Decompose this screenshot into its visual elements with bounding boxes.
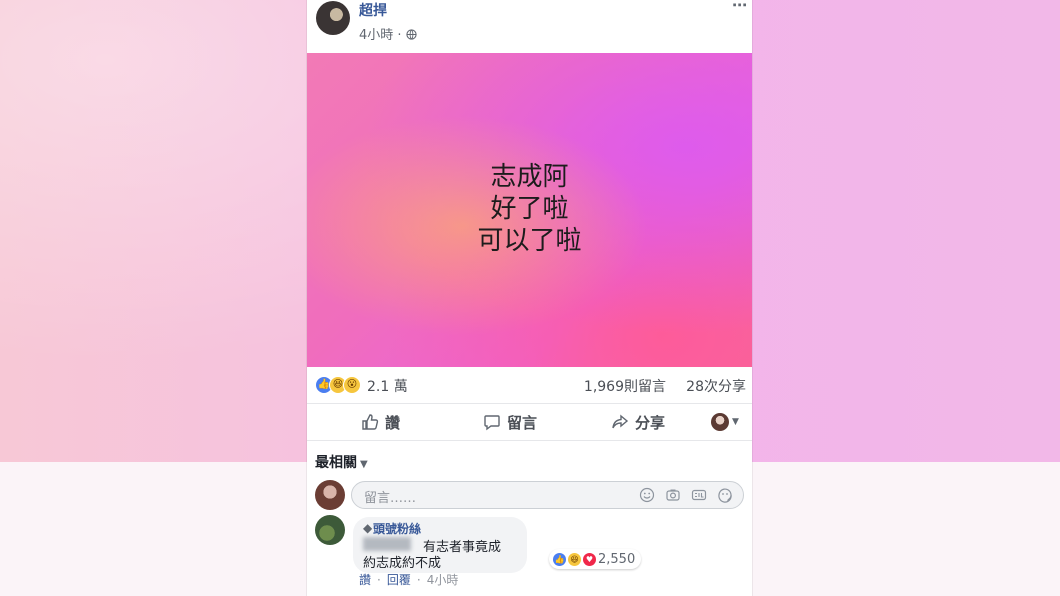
comment-time[interactable]: 4小時 xyxy=(427,571,459,588)
comment-sort-label: 最相關 xyxy=(315,455,357,471)
image-text: 志成阿 好了啦 可以了啦 xyxy=(307,161,752,257)
comment-icon xyxy=(484,415,500,431)
camera-icon[interactable] xyxy=(665,487,681,503)
shares-count[interactable]: 28次分享 xyxy=(686,376,746,396)
like-button[interactable]: 讚 xyxy=(361,411,400,433)
comment-bubble: ◆ 頭號粉絲 有志者事竟成 約志成約不成 👍 😆 ♥ 2,550 xyxy=(353,517,642,573)
like-reaction-icon: 👍 xyxy=(553,552,566,566)
image-text-line: 可以了啦 xyxy=(477,226,582,256)
comment-like-link[interactable]: 讚 xyxy=(359,571,371,588)
comments-count[interactable]: 1,969則留言 xyxy=(584,376,666,396)
haha-reaction-icon: 😆 xyxy=(568,552,581,566)
author-name[interactable]: 超捍 xyxy=(359,0,387,20)
author-avatar[interactable] xyxy=(316,1,350,35)
comment-button[interactable]: 留言 xyxy=(483,411,537,433)
comment-reactions-count: 2,550 xyxy=(598,551,636,567)
image-text-line: 好了啦 xyxy=(490,194,569,224)
commenter-name[interactable]: 頭號粉絲 xyxy=(373,520,421,537)
comment-placeholder: 留言…… xyxy=(364,491,417,506)
reaction-as-selector[interactable]: ▼ xyxy=(711,411,739,433)
facebook-post: 超捍 4小時 · ⋯ 志成阿 好了啦 可以了啦 👍 😆 😮 2.1 萬 1,96… xyxy=(307,0,752,596)
like-label: 讚 xyxy=(385,413,401,432)
user-avatar xyxy=(315,480,345,510)
comment-reactions[interactable]: 👍 😆 ♥ 2,550 xyxy=(549,549,642,569)
image-text-line: 志成阿 xyxy=(490,162,569,192)
post-header: 超捍 4小時 · ⋯ xyxy=(307,0,752,52)
comment-reply-link[interactable]: 回覆 xyxy=(387,571,411,588)
comment-composer: 留言…… xyxy=(315,480,745,510)
thumbs-up-icon xyxy=(362,414,379,430)
comment-label: 留言 xyxy=(507,413,538,432)
blurred-mention xyxy=(363,537,411,551)
share-button[interactable]: 分享 xyxy=(611,411,665,433)
share-label: 分享 xyxy=(635,413,666,432)
comment-actions: 讚 · 回覆 · 4小時 xyxy=(359,571,458,588)
user-avatar xyxy=(711,413,729,431)
more-options-icon[interactable]: ⋯ xyxy=(732,0,748,14)
share-icon xyxy=(612,414,629,429)
comment-item: ◆ 頭號粉絲 有志者事竟成 約志成約不成 👍 😆 ♥ 2,550 讚 · 回覆 … xyxy=(315,515,745,595)
wow-reaction-icon: 😮 xyxy=(343,376,361,394)
comment-sort-dropdown[interactable]: 最相關 ▼ xyxy=(315,452,368,472)
post-time-text: 4小時 · xyxy=(359,28,406,43)
post-stats: 👍 😆 😮 2.1 萬 1,969則留言 28次分享 xyxy=(307,367,752,404)
caret-down-icon: ▼ xyxy=(360,459,368,470)
chevron-down-icon: ▼ xyxy=(732,417,739,427)
separator: · xyxy=(377,572,381,587)
emoji-icon[interactable] xyxy=(639,487,655,503)
gif-icon[interactable] xyxy=(691,487,707,503)
love-reaction-icon: ♥ xyxy=(583,552,596,566)
globe-icon xyxy=(406,29,417,40)
post-actions: 讚 留言 分享 ▼ xyxy=(307,404,752,441)
sticker-icon[interactable] xyxy=(717,487,733,503)
comment-text-line2: 約志成約不成 xyxy=(363,556,442,571)
reactions-count[interactable]: 2.1 萬 xyxy=(367,376,408,396)
top-fan-badge-icon: ◆ xyxy=(363,521,373,535)
commenter-avatar[interactable] xyxy=(315,515,345,545)
post-image[interactable]: 志成阿 好了啦 可以了啦 xyxy=(307,53,752,367)
separator: · xyxy=(416,572,421,587)
comment-input[interactable]: 留言…… xyxy=(351,481,744,509)
composer-icons xyxy=(639,487,733,503)
post-time[interactable]: 4小時 · xyxy=(359,24,417,43)
